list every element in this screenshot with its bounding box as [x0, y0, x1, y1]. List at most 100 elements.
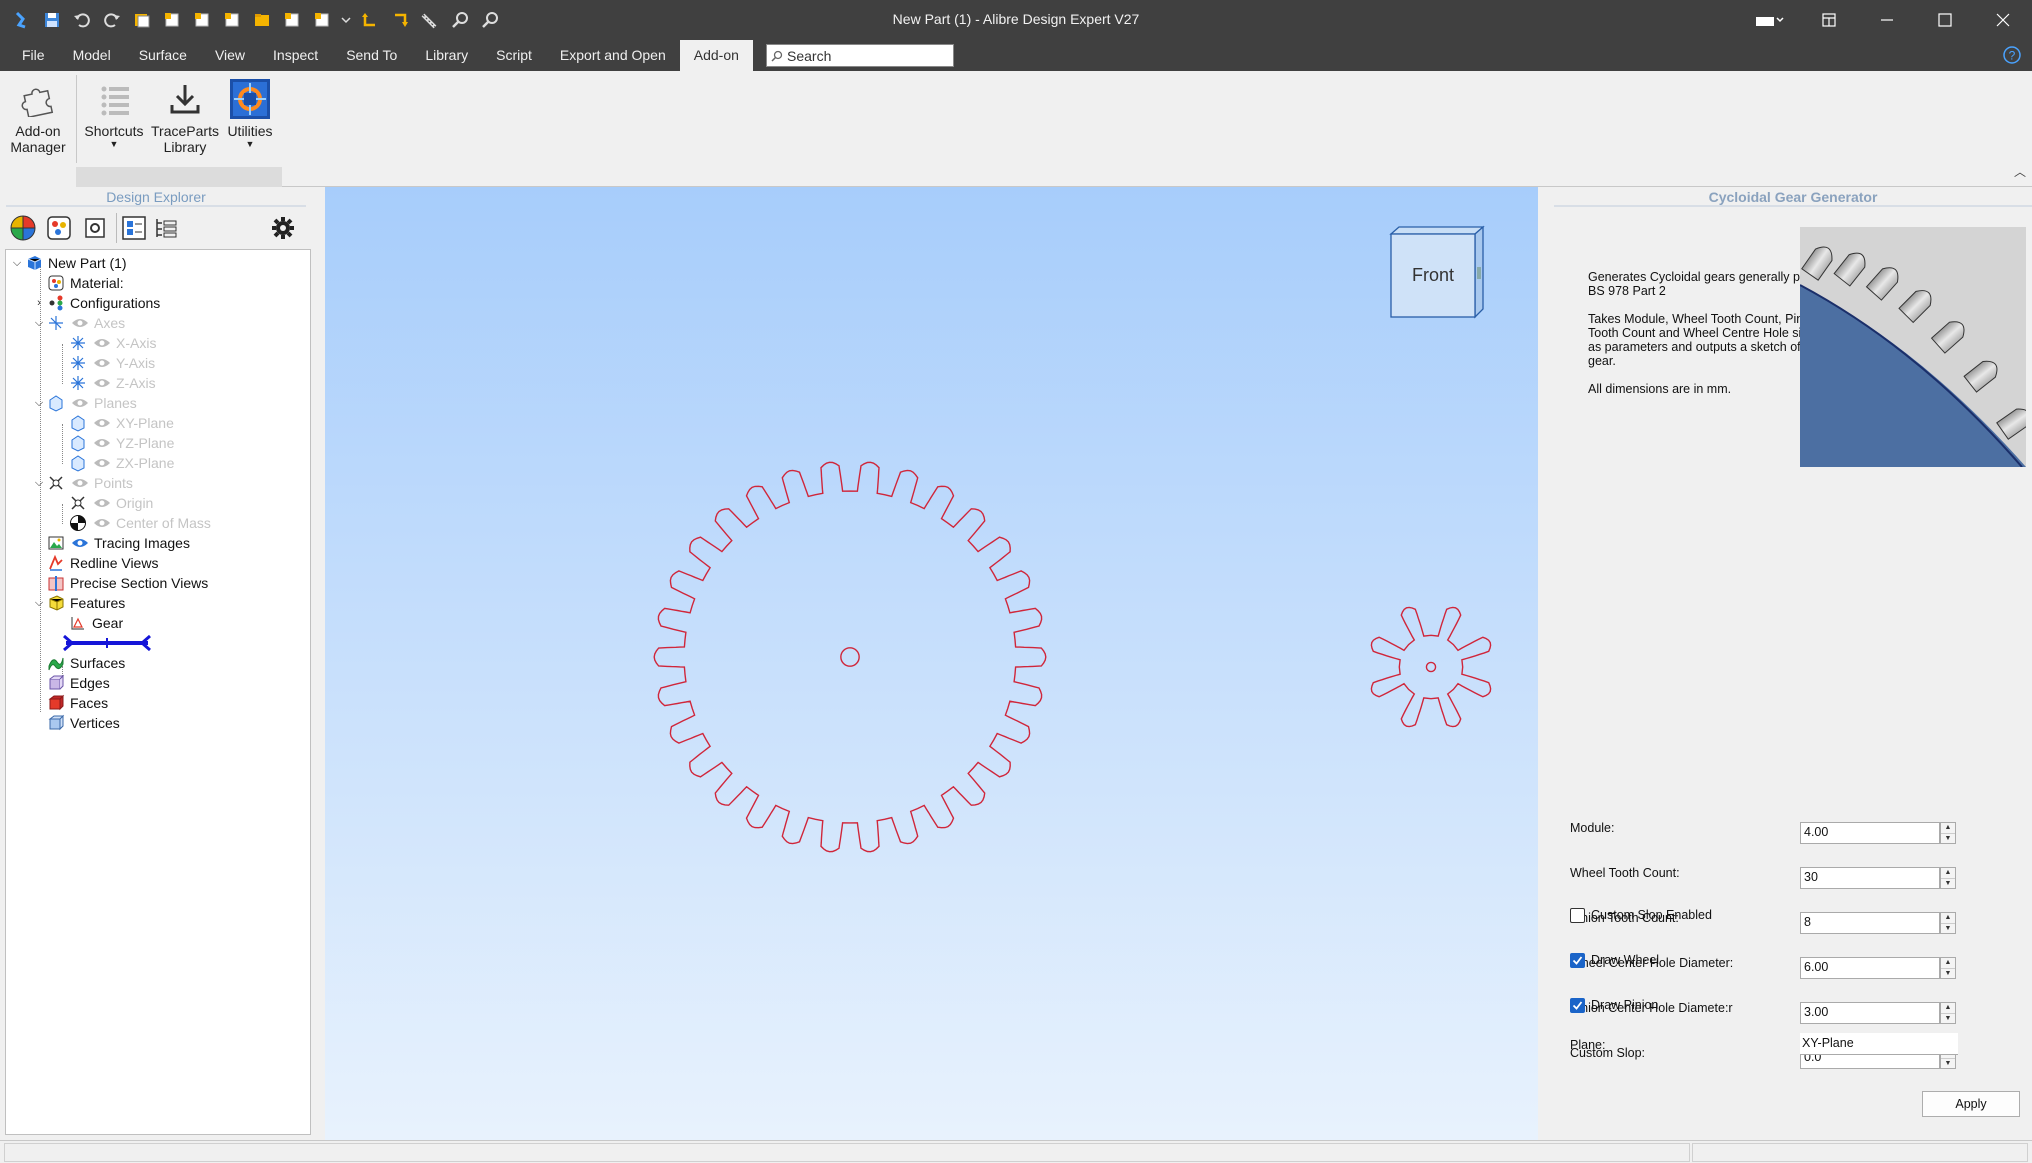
collapse-icon[interactable]: ⌵ — [32, 477, 46, 490]
add-on-manager-label-1: Add-on — [15, 123, 61, 139]
pinion-center-hole[interactable] — [1425, 661, 1437, 673]
tree-item-vertices[interactable]: Vertices — [32, 710, 120, 736]
collapse-icon[interactable]: ⌵ — [32, 397, 46, 410]
tree-label: YZ-Plane — [116, 435, 175, 451]
add-on-manager-button[interactable]: Add-on Manager — [4, 79, 72, 155]
traceparts-library-button[interactable]: TraceParts Library — [150, 79, 220, 155]
color-wheel-icon[interactable] — [8, 213, 38, 243]
visibility-eye-icon[interactable] — [92, 415, 112, 431]
search-icon — [771, 50, 783, 62]
visibility-eye-icon[interactable] — [92, 435, 112, 451]
download-icon — [165, 79, 205, 119]
pinion-gear-profile[interactable] — [1370, 606, 1492, 728]
outline-view-icon[interactable] — [152, 213, 182, 243]
menu-inspect[interactable]: Inspect — [259, 40, 332, 71]
tree-label: Configurations — [70, 295, 161, 311]
menu-items: File Model Surface View Inspect Send To … — [8, 40, 753, 71]
view-cube-face-label: Front — [1412, 265, 1454, 285]
pinion-center-hole-spinner[interactable]: ▲ ▼ — [1940, 1002, 1956, 1024]
visibility-eye-icon[interactable] — [92, 455, 112, 471]
pinion-center-hole-input[interactable]: 3.00 — [1800, 1002, 1940, 1024]
wheel-tooth-count-input[interactable]: 30 — [1800, 867, 1940, 889]
traceparts-label-1: TraceParts — [151, 123, 219, 139]
pinion-tooth-count-input[interactable]: 8 — [1800, 912, 1940, 934]
draw-pinion-checkbox[interactable]: Draw Pinion — [1570, 995, 1658, 1015]
menu-library[interactable]: Library — [411, 40, 482, 71]
checkbox-box[interactable] — [1570, 997, 1585, 1013]
gear-sketch-canvas[interactable] — [325, 187, 1538, 1140]
window-controls — [1740, 0, 2032, 40]
wheel-tooth-count-spinner[interactable]: ▲ ▼ — [1940, 867, 1956, 889]
maximize-icon[interactable] — [1916, 0, 1974, 40]
search-box[interactable]: Search — [766, 44, 954, 67]
visibility-eye-icon[interactable] — [70, 315, 90, 331]
visibility-eye-icon[interactable] — [92, 335, 112, 351]
collapse-icon[interactable]: ⌵ — [32, 317, 46, 330]
settings-gear-icon[interactable] — [268, 213, 298, 243]
menu-add-on[interactable]: Add-on — [679, 40, 753, 71]
spin-up-icon[interactable]: ▲ — [1941, 913, 1955, 923]
menu-view[interactable]: View — [201, 40, 259, 71]
tree-label: Gear — [92, 615, 124, 631]
menu-surface[interactable]: Surface — [125, 40, 201, 71]
menu-file[interactable]: File — [8, 40, 59, 71]
spin-down-icon[interactable]: ▼ — [1941, 1013, 1955, 1024]
display-mode-icon[interactable] — [1740, 0, 1800, 40]
draw-wheel-checkbox[interactable]: Draw Wheel — [1570, 950, 1659, 970]
module-input[interactable]: 4.00 — [1800, 822, 1940, 844]
wheel-center-hole-spinner[interactable]: ▲ ▼ — [1940, 957, 1956, 979]
wheel-gear-profile[interactable] — [653, 461, 1047, 853]
checkbox-box[interactable] — [1570, 952, 1585, 968]
utilities-button[interactable]: Utilities ▼ — [224, 79, 276, 149]
visibility-eye-icon[interactable] — [70, 475, 90, 491]
visibility-eye-icon[interactable] — [92, 495, 112, 511]
apply-button[interactable]: Apply — [1922, 1091, 2020, 1117]
properties-icon[interactable] — [80, 213, 110, 243]
spin-down-icon[interactable]: ▼ — [1941, 923, 1955, 934]
module-spinner[interactable]: ▲ ▼ — [1940, 822, 1956, 844]
materials-icon[interactable] — [44, 213, 74, 243]
spin-up-icon[interactable]: ▲ — [1941, 1003, 1955, 1013]
view-cube[interactable]: Front — [1385, 225, 1489, 328]
visibility-eye-icon[interactable] — [92, 355, 112, 371]
plane-select[interactable]: XY-Plane — [1800, 1033, 1958, 1055]
collapse-ribbon-icon[interactable]: ︿ — [2014, 163, 2026, 180]
visibility-eye-icon[interactable] — [70, 535, 90, 551]
tree-label: Origin — [116, 495, 154, 511]
spin-down-icon[interactable]: ▼ — [1941, 878, 1955, 889]
layout-icon[interactable] — [1800, 0, 1858, 40]
spin-down-icon[interactable]: ▼ — [1941, 833, 1955, 844]
tree-view-icon[interactable] — [116, 213, 146, 243]
menu-script[interactable]: Script — [482, 40, 546, 71]
close-icon[interactable] — [1974, 0, 2032, 40]
collapse-icon[interactable]: ⌵ — [32, 597, 46, 610]
custom-slop-enabled-label: Custom Slop Enabled — [1591, 908, 1712, 922]
visibility-eye-icon[interactable] — [92, 515, 112, 531]
visibility-eye-icon[interactable] — [92, 375, 112, 391]
title-bar: New Part (1) - Alibre Design Expert V27 — [0, 0, 2032, 40]
wheel-center-hole[interactable] — [840, 647, 860, 667]
spin-down-icon[interactable]: ▼ — [1941, 968, 1955, 979]
wheel-center-hole-input[interactable]: 6.00 — [1800, 957, 1940, 979]
checkbox-box[interactable] — [1570, 907, 1585, 923]
expand-icon[interactable]: › — [32, 297, 46, 309]
spin-up-icon[interactable]: ▲ — [1941, 868, 1955, 878]
minimize-icon[interactable] — [1858, 0, 1916, 40]
utilities-icon — [230, 79, 270, 119]
custom-slop-enabled-checkbox[interactable]: Custom Slop Enabled — [1570, 905, 1712, 925]
shortcuts-button[interactable]: Shortcuts ▼ — [82, 79, 146, 149]
design-explorer-title: Design Explorer — [6, 189, 306, 207]
menu-export-and-open[interactable]: Export and Open — [546, 40, 680, 71]
design-tree: ⌵ New Part (1) Material: › Configuration… — [5, 249, 311, 1135]
3d-viewport[interactable]: Front — [325, 187, 1538, 1140]
menu-model[interactable]: Model — [59, 40, 125, 71]
tree-label: X-Axis — [116, 335, 157, 351]
visibility-eye-icon[interactable] — [70, 395, 90, 411]
help-icon[interactable]: ? — [2002, 45, 2022, 65]
spin-up-icon[interactable]: ▲ — [1941, 958, 1955, 968]
plane-label: Plane: — [1570, 1038, 1606, 1052]
pinion-tooth-count-spinner[interactable]: ▲ ▼ — [1940, 912, 1956, 934]
spin-up-icon[interactable]: ▲ — [1941, 823, 1955, 833]
menu-send-to[interactable]: Send To — [332, 40, 411, 71]
collapse-icon[interactable]: ⌵ — [10, 257, 24, 270]
